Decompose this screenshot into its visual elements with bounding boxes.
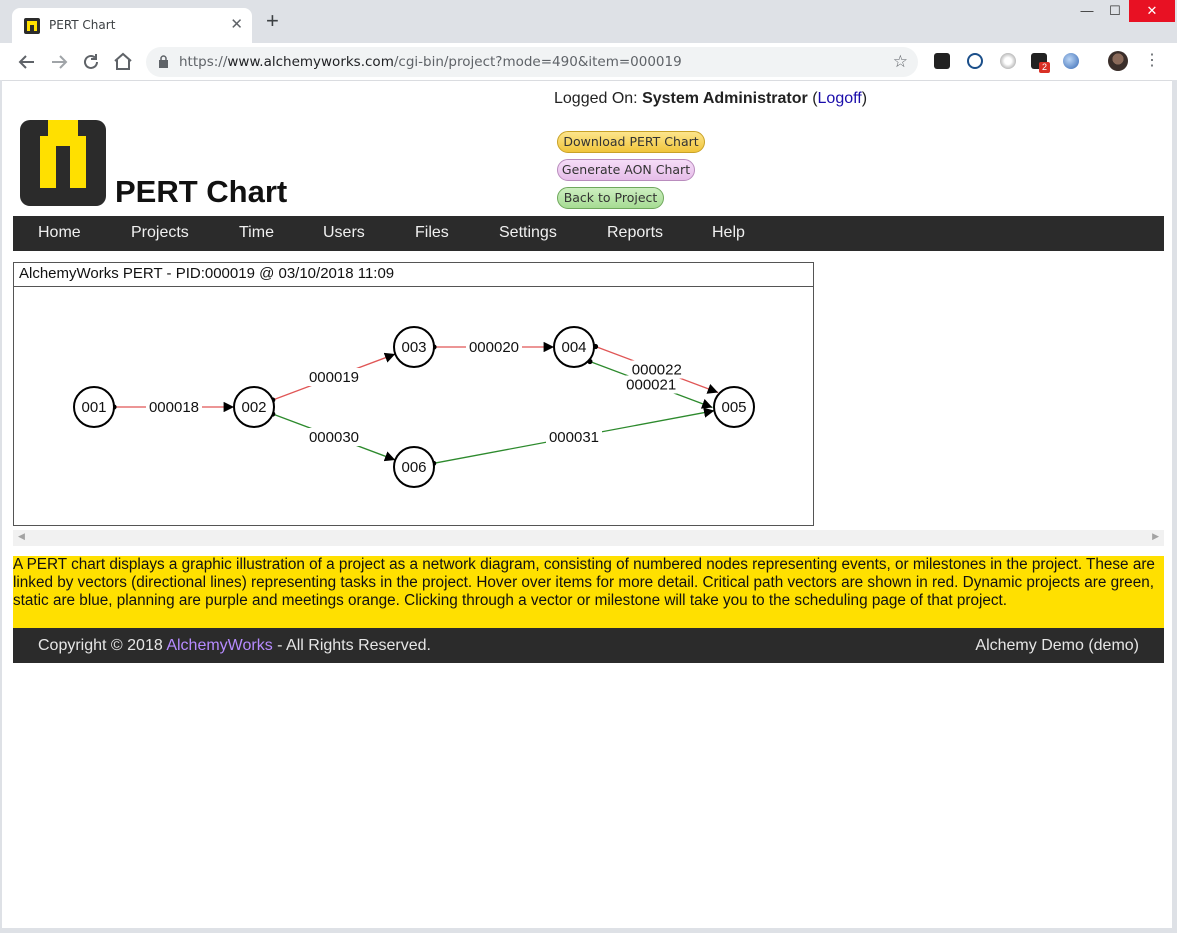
task-label-000021[interactable]: 000021 [626,376,676,393]
page-title: PERT Chart [115,174,288,209]
menu-item-home[interactable]: Home [38,224,81,242]
task-vector-000018[interactable]: 000018 [111,398,234,416]
task-vector-000031[interactable]: 000031 [431,407,715,466]
generate-aon-chart-button[interactable]: Generate AON Chart [557,159,695,181]
maximize-icon[interactable]: ☐ [1098,0,1132,22]
menu-item-help[interactable]: Help [712,224,745,242]
milestone-node-004[interactable]: 004 [553,326,595,368]
home-icon[interactable] [111,50,135,74]
extension-e-icon[interactable] [967,53,983,69]
horizontal-scrollbar[interactable]: ◀ ▶ [13,530,1164,546]
menu-item-files[interactable]: Files [415,224,449,242]
tab-title: PERT Chart [49,18,116,32]
milestone-label-006: 006 [401,459,426,476]
milestone-label-004: 004 [561,339,586,356]
logoff-paren-close: ) [861,90,868,107]
scroll-left-icon[interactable]: ◀ [18,531,25,542]
user-name: System Administrator [642,90,808,107]
browser-menu-icon[interactable]: ⋮ [1144,52,1160,70]
milestone-label-005: 005 [721,399,746,416]
window-close-icon[interactable]: ✕ [1129,0,1175,22]
task-vector-000020[interactable]: 000020 [431,338,554,356]
new-tab-icon[interactable]: + [266,10,279,32]
blackberry-extension-icon[interactable] [934,53,950,69]
window-frame-left [0,80,2,933]
task-label-000020[interactable]: 000020 [469,339,519,356]
main-menu: Home Projects Time Users Files Settings … [13,216,1164,251]
lock-icon [159,55,168,68]
milestone-label-002: 002 [241,399,266,416]
task-label-000031[interactable]: 000031 [549,429,599,446]
globe-extension-icon[interactable] [1063,53,1079,69]
url-scheme: https:// [179,54,228,70]
address-bar[interactable]: https://www.alchemyworks.com/cgi-bin/pro… [146,47,918,77]
url-text: https://www.alchemyworks.com/cgi-bin/pro… [179,54,682,70]
pert-chart-header: AlchemyWorks PERT - PID:000019 @ 03/10/2… [14,263,813,287]
copyright: Copyright © 2018 AlchemyWorks - All Righ… [38,637,431,655]
tab-close-icon[interactable]: ✕ [230,15,243,33]
login-prefix: Logged On: [554,90,643,107]
footer: Copyright © 2018 AlchemyWorks - All Righ… [13,628,1164,663]
extension-badge: 2 [1039,62,1051,73]
milestone-node-001[interactable]: 001 [73,386,115,428]
logoff-paren-open: ( [807,90,818,107]
task-label-000030[interactable]: 000030 [309,429,359,446]
download-pert-chart-button[interactable]: Download PERT Chart [557,131,705,153]
milestone-node-002[interactable]: 002 [233,386,275,428]
menu-item-reports[interactable]: Reports [607,224,663,242]
milestone-label-003: 003 [401,339,426,356]
task-vector-000030[interactable]: 000030 [270,411,396,462]
pert-info-text: A PERT chart displays a graphic illustra… [13,556,1164,628]
company-link[interactable]: AlchemyWorks [166,637,272,654]
back-to-project-button[interactable]: Back to Project [557,187,664,209]
browser-tabstrip: PERT Chart ✕ + — ☐ ✕ [0,0,1177,43]
task-vector-000019[interactable]: 000019 [270,352,396,403]
window-frame-bottom [0,928,1177,933]
browser-tab[interactable]: PERT Chart ✕ [12,8,252,43]
forward-arrow-icon[interactable] [47,50,71,74]
bookmark-star-icon[interactable]: ☆ [893,52,908,72]
menu-item-users[interactable]: Users [323,224,365,242]
back-arrow-icon[interactable] [15,50,39,74]
url-host: www.alchemyworks.com [227,54,394,70]
pert-chart-panel: AlchemyWorks PERT - PID:000019 @ 03/10/2… [13,262,814,526]
alchemyworks-logo [20,120,106,206]
logoff-link[interactable]: Logoff [818,90,862,107]
circle-extension-icon[interactable] [1000,53,1016,69]
browser-toolbar: https://www.alchemyworks.com/cgi-bin/pro… [0,43,1177,81]
menu-item-time[interactable]: Time [239,224,274,242]
url-path: /cgi-bin/project?mode=490&item=000019 [393,54,682,70]
task-label-000018[interactable]: 000018 [149,399,199,416]
reload-icon[interactable] [79,50,103,74]
copyright-prefix: Copyright © 2018 [38,637,167,654]
milestone-node-005[interactable]: 005 [713,386,755,428]
task-label-000019[interactable]: 000019 [309,369,359,386]
scroll-right-icon[interactable]: ▶ [1152,531,1159,542]
account-name: Alchemy Demo (demo) [975,637,1139,654]
menu-item-projects[interactable]: Projects [131,224,189,242]
login-status: Logged On: System Administrator (Logoff) [554,90,867,108]
alchemyworks-favicon-icon [24,18,40,34]
pert-chart-title: AlchemyWorks PERT - PID:000019 @ 03/10/2… [19,265,395,282]
milestone-node-006[interactable]: 006 [393,446,435,488]
window-frame-right [1172,80,1177,933]
milestone-label-001: 001 [81,399,106,416]
copyright-suffix: - All Rights Reserved. [272,637,431,654]
pert-network-diagram: 000018000019000020000022000021000030 0000… [73,326,755,488]
menu-item-settings[interactable]: Settings [499,224,557,242]
profile-avatar[interactable] [1108,51,1128,71]
milestone-node-003[interactable]: 003 [393,326,435,368]
